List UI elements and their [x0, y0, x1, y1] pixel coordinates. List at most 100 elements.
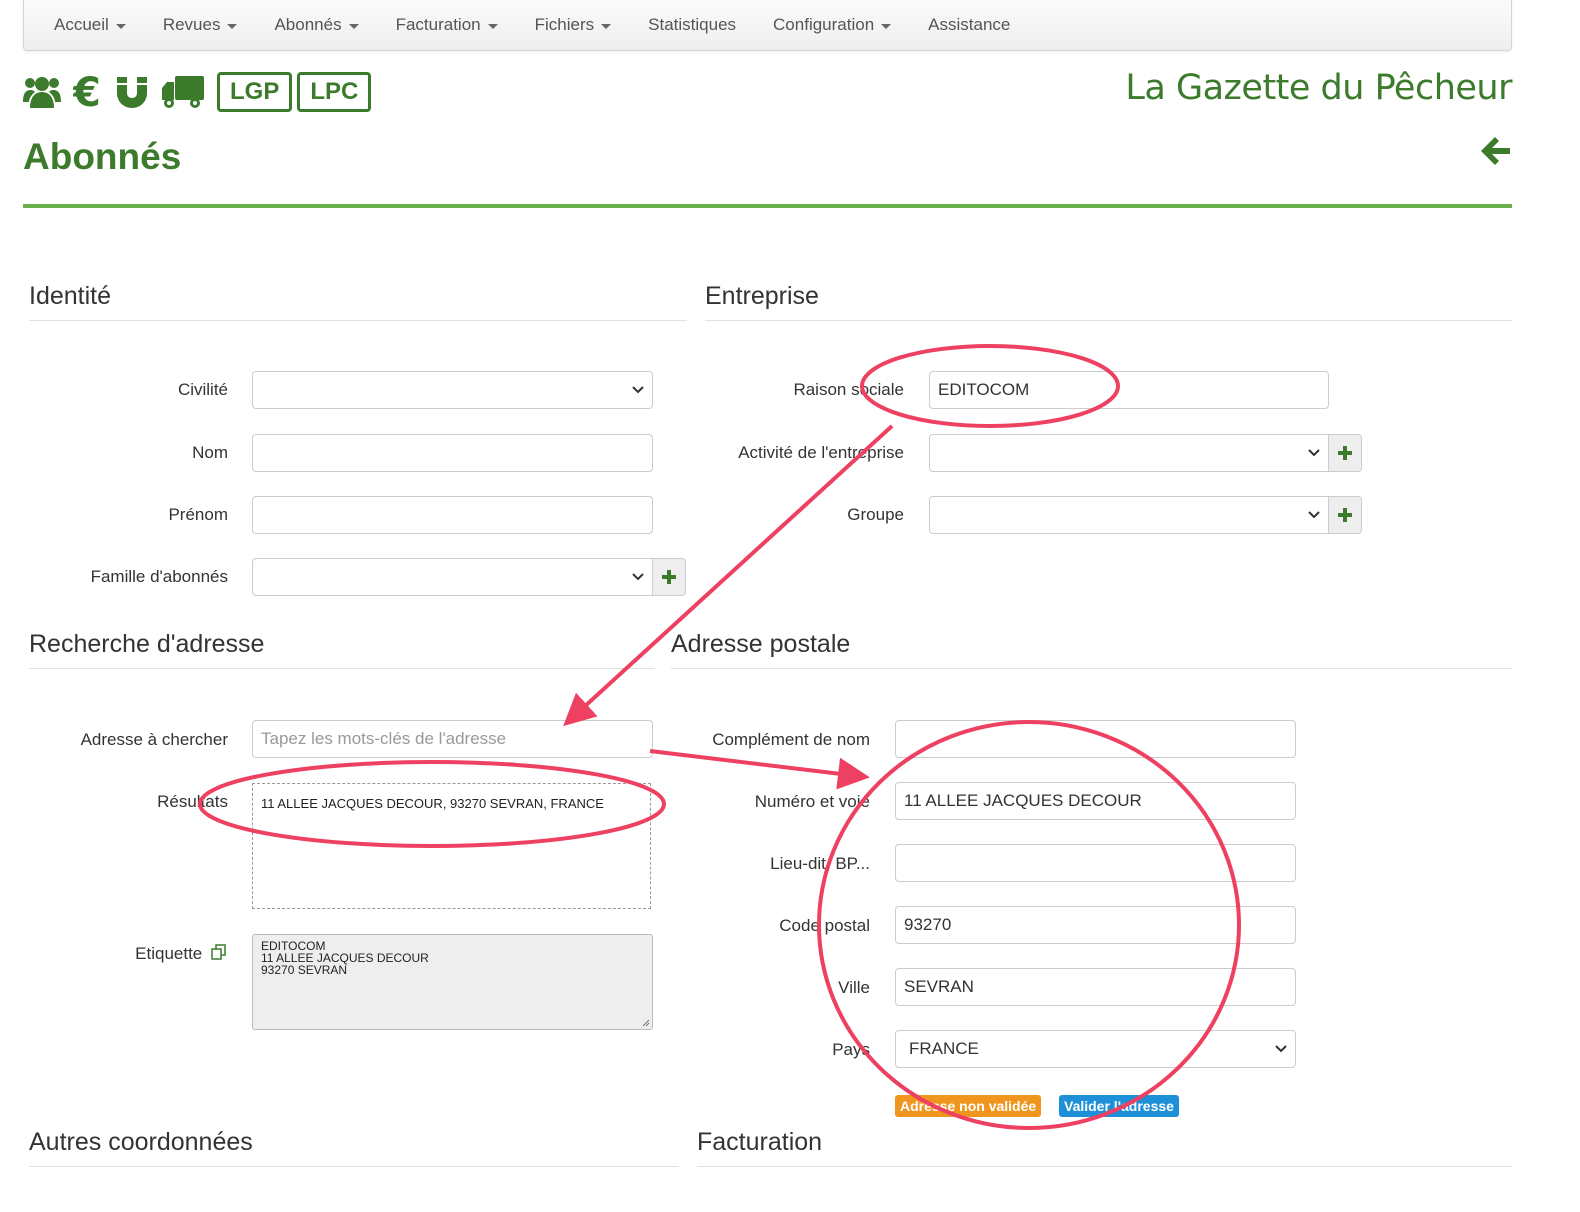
chevron-down-icon — [632, 573, 644, 581]
pays-label: Pays — [832, 1040, 870, 1059]
raison-sociale-input[interactable]: EDITOCOM — [929, 371, 1329, 409]
copy-icon[interactable] — [210, 944, 228, 960]
nom-input[interactable] — [252, 434, 653, 472]
divider — [29, 320, 687, 321]
prenom-label: Prénom — [168, 505, 228, 524]
etiquette-label-row: Etiquette — [60, 944, 228, 964]
nav-assistance[interactable]: Assistance — [928, 15, 1010, 35]
svg-text:€: € — [73, 73, 101, 111]
ville-input[interactable]: SEVRAN — [895, 968, 1296, 1006]
nav-configuration[interactable]: Configuration — [773, 15, 892, 35]
pays-select[interactable]: FRANCE — [895, 1030, 1296, 1068]
code-postal-input[interactable]: 93270 — [895, 906, 1296, 944]
famille-select[interactable] — [252, 558, 653, 596]
chevron-down-icon — [632, 386, 644, 394]
nav-revues-label: Revues — [162, 15, 221, 34]
activite-label: Activité de l'entreprise — [738, 443, 904, 462]
truck-icon[interactable] — [161, 74, 205, 110]
top-navbar: Accueil Revues Abonnés Facturation Fichi… — [23, 0, 1512, 51]
etiquette-textarea[interactable]: EDITOCOM 11 ALLEE JACQUES DECOUR 93270 S… — [252, 934, 653, 1030]
section-identite: Identité — [29, 282, 112, 310]
caret-down-icon — [227, 23, 238, 29]
section-entreprise: Entreprise — [705, 282, 819, 310]
complement-label: Complément de nom — [712, 730, 870, 749]
add-activite-button[interactable] — [1328, 434, 1362, 472]
section-autres-coordonnees: Autres coordonnées — [29, 1128, 253, 1156]
section-recherche: Recherche d'adresse — [29, 630, 265, 658]
raison-sociale-label: Raison sociale — [793, 380, 904, 399]
divider — [29, 1166, 679, 1167]
divider — [705, 320, 1512, 321]
section-facturation: Facturation — [697, 1128, 823, 1156]
header-divider — [23, 204, 1512, 208]
resultats-list: 11 ALLEE JACQUES DECOUR, 93270 SEVRAN, F… — [252, 783, 651, 909]
nav-statistiques-label: Statistiques — [648, 15, 737, 34]
lgp-journal-button[interactable]: LGP — [217, 72, 293, 112]
nav-accueil[interactable]: Accueil — [54, 15, 126, 35]
civilite-select[interactable] — [252, 371, 653, 409]
add-groupe-button[interactable] — [1328, 496, 1362, 534]
prenom-input[interactable] — [252, 496, 653, 534]
code-postal-label: Code postal — [779, 916, 870, 935]
plus-icon — [1338, 508, 1352, 522]
divider — [29, 668, 655, 669]
numero-voie-input[interactable]: 11 ALLEE JACQUES DECOUR — [895, 782, 1296, 820]
nav-fichiers-label: Fichiers — [534, 15, 595, 34]
resultats-label: Résultats — [157, 792, 228, 811]
pays-value: FRANCE — [909, 1039, 979, 1058]
ville-label: Ville — [838, 978, 870, 997]
complement-input[interactable] — [895, 720, 1296, 758]
magnet-icon[interactable] — [115, 75, 149, 109]
adresse-non-validee-badge: Adresse non validée — [895, 1095, 1042, 1117]
nav-fichiers[interactable]: Fichiers — [535, 15, 612, 35]
section-adresse-postale: Adresse postale — [671, 630, 851, 658]
adresse-search-input[interactable]: Tapez les mots-clés de l'adresse — [252, 720, 653, 758]
nom-label: Nom — [192, 443, 228, 462]
users-icon[interactable] — [23, 74, 61, 110]
module-shortcuts: € LGP LPC — [23, 72, 376, 112]
divider — [671, 668, 1512, 669]
nav-revues[interactable]: Revues — [163, 15, 238, 35]
euro-icon[interactable]: € — [73, 73, 103, 111]
adresse-chercher-label: Adresse à chercher — [80, 730, 228, 749]
nav-assistance-label: Assistance — [928, 15, 1011, 34]
groupe-label: Groupe — [847, 505, 904, 524]
valider-adresse-button[interactable]: Valider l'adresse — [1059, 1095, 1179, 1117]
chevron-down-icon — [1275, 1045, 1287, 1053]
activite-select[interactable] — [929, 434, 1329, 472]
lieudit-label: Lieu-dit, BP... — [770, 854, 870, 873]
caret-down-icon — [348, 23, 359, 29]
caret-down-icon — [487, 23, 498, 29]
nav-facturation-label: Facturation — [395, 15, 481, 34]
resize-grip-icon[interactable] — [642, 1019, 650, 1027]
annotation-arrow-to-adresse — [649, 749, 870, 790]
chevron-down-icon — [1308, 511, 1320, 519]
caret-down-icon — [115, 23, 126, 29]
civilite-label: Civilité — [177, 380, 228, 399]
plus-icon — [662, 570, 676, 584]
resultat-item[interactable]: 11 ALLEE JACQUES DECOUR, 93270 SEVRAN, F… — [261, 796, 642, 811]
numero-voie-label: Numéro et voie — [754, 792, 870, 811]
caret-down-icon — [601, 23, 612, 29]
site-title: La Gazette du Pêcheur — [1125, 68, 1512, 108]
etiquette-label: Etiquette — [135, 944, 203, 963]
groupe-select[interactable] — [929, 496, 1329, 534]
nav-abonnes[interactable]: Abonnés — [274, 15, 359, 35]
nav-abonnes-label: Abonnés — [274, 15, 342, 34]
famille-label: Famille d'abonnés — [90, 567, 228, 586]
nav-statistiques[interactable]: Statistiques — [648, 15, 736, 35]
nav-configuration-label: Configuration — [773, 15, 875, 34]
plus-icon — [1338, 446, 1352, 460]
page-title: Abonnés — [23, 136, 182, 177]
nav-accueil-label: Accueil — [54, 15, 109, 34]
lpc-journal-button[interactable]: LPC — [297, 72, 372, 112]
chevron-down-icon — [1308, 449, 1320, 457]
etiquette-line: 93270 SEVRAN — [261, 963, 348, 977]
lieudit-input[interactable] — [895, 844, 1296, 882]
nav-facturation[interactable]: Facturation — [396, 15, 498, 35]
divider — [697, 1166, 1512, 1167]
add-famille-button[interactable] — [652, 558, 686, 596]
back-arrow-icon[interactable] — [1478, 134, 1512, 173]
annotation-overlay — [198, 344, 1241, 1130]
caret-down-icon — [881, 23, 892, 29]
